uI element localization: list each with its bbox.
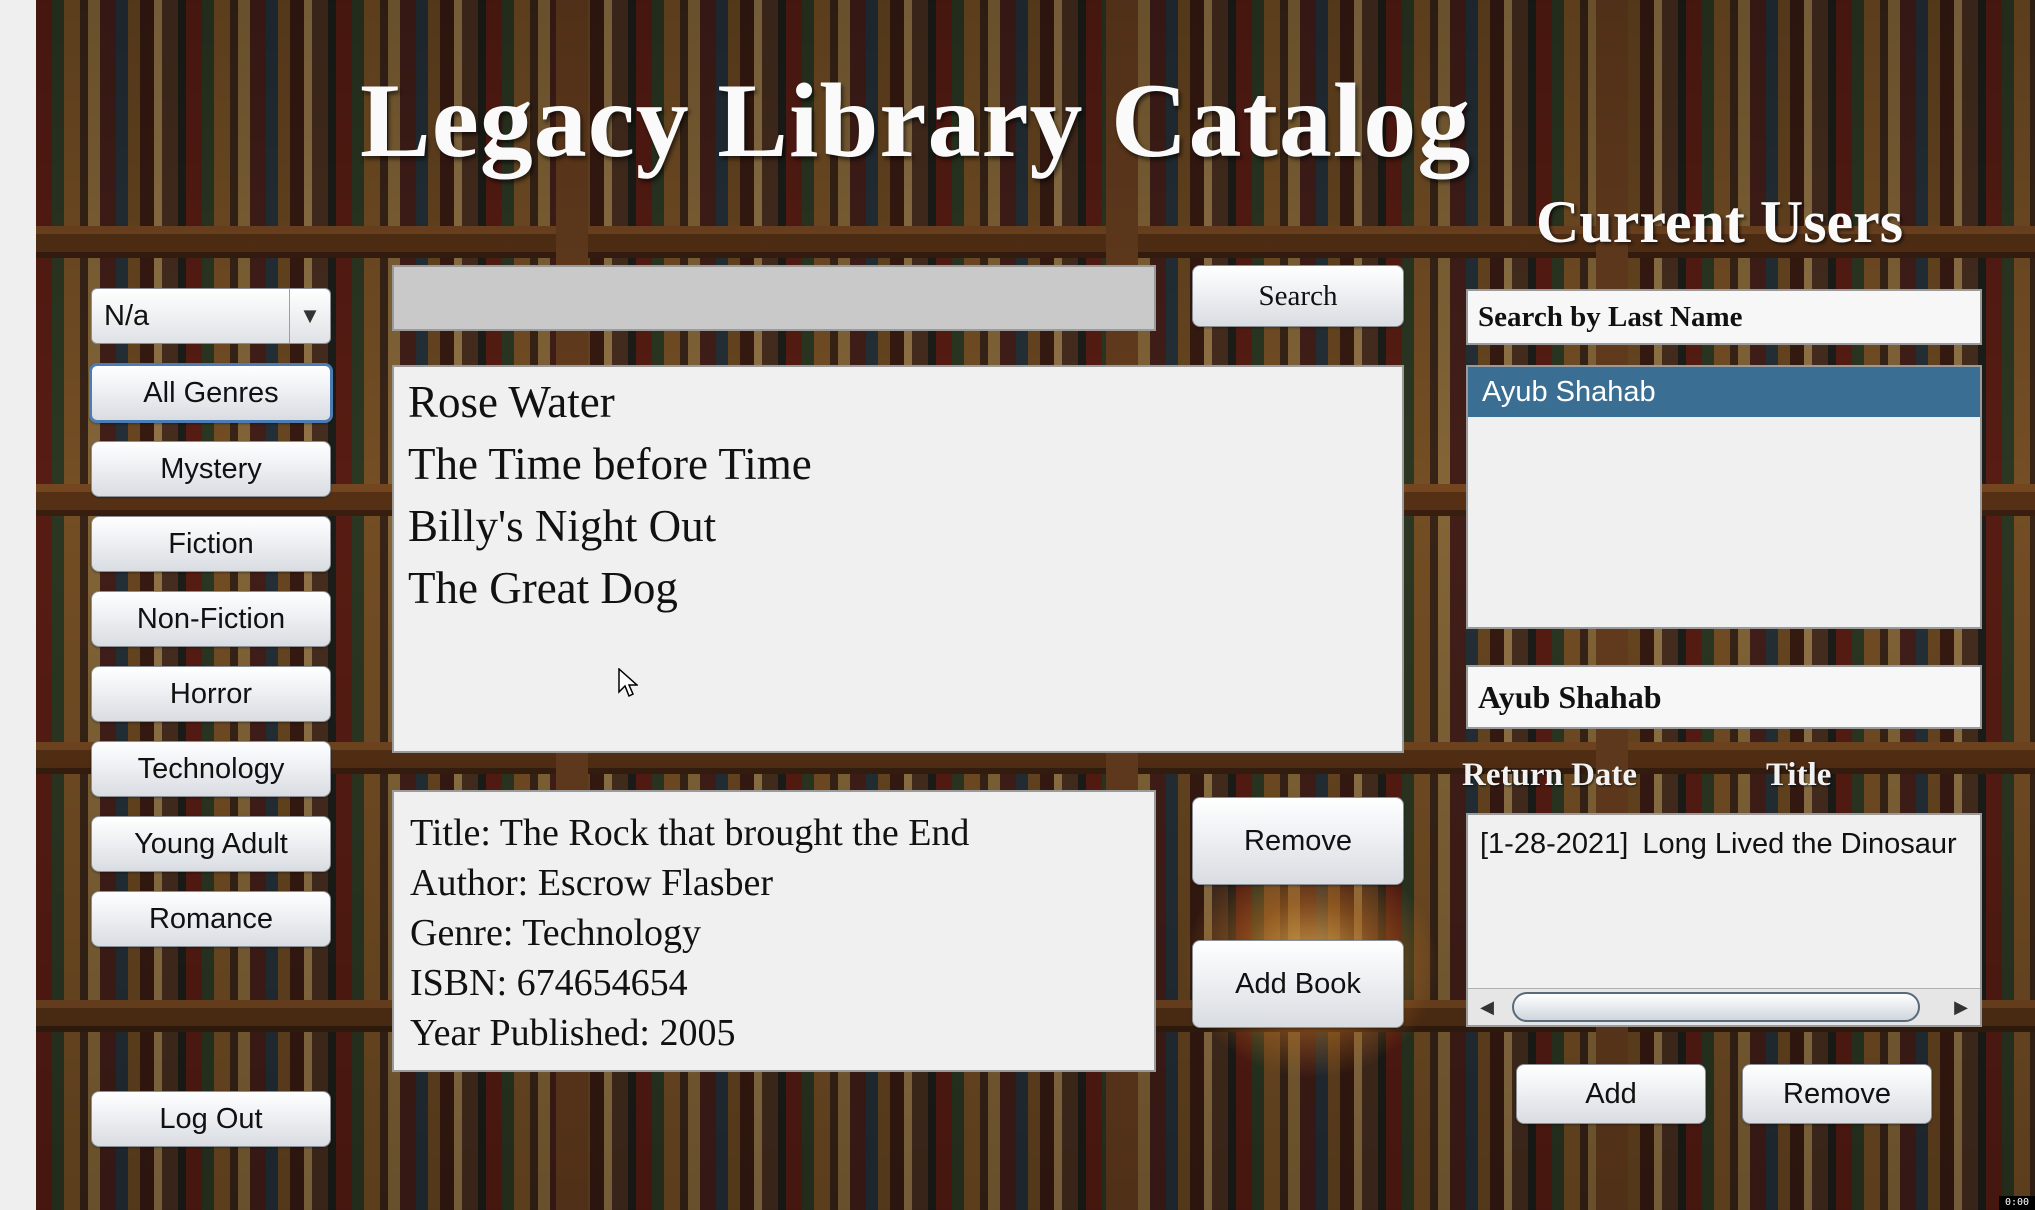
detail-isbn: ISBN: 674654654 [410, 962, 688, 1004]
add-book-button[interactable]: Add Book [1192, 940, 1404, 1028]
borrowed-books-list[interactable]: [1-28-2021] Long Lived the Dinosaur ◀ ▶ [1466, 813, 1982, 1027]
mouse-pointer-icon [618, 668, 638, 698]
user-search-input[interactable] [1466, 289, 1982, 345]
genre-button-young-adult[interactable]: Young Adult [91, 816, 331, 872]
status-corner-label: 0:00 [1999, 1196, 2035, 1210]
borrowed-book-date: [1-28-2021] [1480, 828, 1629, 860]
genre-button-fiction[interactable]: Fiction [91, 516, 331, 572]
book-list[interactable]: Rose Water The Time before Time Billy's … [392, 365, 1404, 753]
borrowed-book-title: Long Lived the Dinosaur [1642, 828, 1957, 860]
add-loan-button[interactable]: Add [1516, 1064, 1706, 1124]
detail-year: Year Published: 2005 [410, 1012, 736, 1054]
borrowed-book-row[interactable]: [1-28-2021] Long Lived the Dinosaur [1468, 815, 1980, 873]
book-list-item[interactable]: The Great Dog [408, 557, 1402, 619]
users-title: Current Users [1536, 189, 1904, 255]
horizontal-scrollbar[interactable]: ◀ ▶ [1468, 988, 1980, 1025]
detail-author: Author: Escrow Flasber [410, 862, 774, 904]
book-details-panel: Title: The Rock that brought the End Aut… [392, 790, 1156, 1072]
book-list-item[interactable]: Rose Water [408, 371, 1402, 433]
window-edge [0, 0, 37, 1210]
book-list-item[interactable]: The Time before Time [408, 433, 1402, 495]
detail-title: Title: The Rock that brought the End [410, 812, 970, 854]
app-title: Legacy Library Catalog [360, 62, 1472, 179]
user-list[interactable]: Ayub Shahab [1466, 365, 1982, 629]
column-header-return-date: Return Date [1462, 757, 1638, 793]
scroll-right-icon[interactable]: ▶ [1944, 989, 1978, 1025]
column-header-title: Title [1766, 757, 1832, 793]
remove-book-button[interactable]: Remove [1192, 797, 1404, 885]
genre-button-all[interactable]: All Genres [89, 363, 333, 423]
detail-genre: Genre: Technology [410, 912, 702, 954]
search-button[interactable]: Search [1192, 265, 1404, 327]
genre-dropdown[interactable]: N/a ▼ [91, 288, 331, 344]
genre-button-romance[interactable]: Romance [91, 891, 331, 947]
remove-loan-button[interactable]: Remove [1742, 1064, 1932, 1124]
genre-button-horror[interactable]: Horror [91, 666, 331, 722]
scroll-left-icon[interactable]: ◀ [1470, 989, 1504, 1025]
book-list-item[interactable]: Billy's Night Out [408, 495, 1402, 557]
selected-user-name: Ayub Shahab [1466, 665, 1982, 729]
genre-button-non-fiction[interactable]: Non-Fiction [91, 591, 331, 647]
genre-button-technology[interactable]: Technology [91, 741, 331, 797]
user-list-item-selected[interactable]: Ayub Shahab [1468, 367, 1980, 417]
scrollbar-thumb[interactable] [1512, 992, 1920, 1022]
logout-button[interactable]: Log Out [91, 1091, 331, 1147]
book-search-input[interactable] [392, 265, 1156, 331]
genre-button-mystery[interactable]: Mystery [91, 441, 331, 497]
genre-dropdown-value: N/a [104, 299, 150, 332]
chevron-down-icon[interactable]: ▼ [289, 289, 330, 343]
